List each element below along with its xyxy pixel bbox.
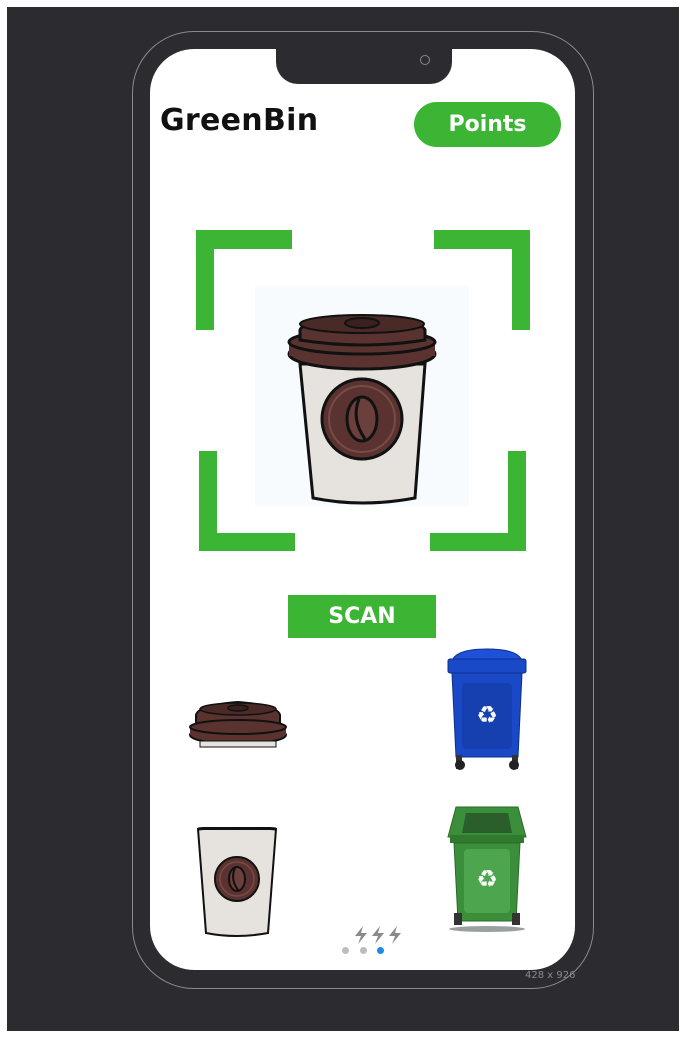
notch <box>276 49 452 84</box>
points-button[interactable]: Points <box>414 102 561 147</box>
phone-screen: GreenBin Points SCAN ♻ ♻ <box>150 49 575 970</box>
pager-dot-3-active[interactable] <box>377 947 384 954</box>
green-recycling-bin-icon[interactable]: ♻ <box>446 805 528 933</box>
svg-text:♻: ♻ <box>476 865 498 893</box>
viewfinder-corner-top-right <box>434 230 530 249</box>
viewfinder-corner-bottom-left <box>199 451 217 533</box>
pager-dot-1[interactable] <box>342 947 349 954</box>
coffee-cup-icon <box>287 314 437 505</box>
lightning-icon <box>355 926 401 944</box>
blue-recycling-bin-icon[interactable]: ♻ <box>446 647 528 773</box>
viewfinder-corner-bottom-right <box>430 533 526 551</box>
app-title: GreenBin <box>160 103 319 138</box>
svg-text:♻: ♻ <box>476 701 498 729</box>
viewfinder-corner-top-left <box>196 230 292 249</box>
coffee-lid-icon[interactable] <box>188 697 288 749</box>
viewfinder-corner-top-right <box>512 249 530 330</box>
coffee-cup-body-icon[interactable] <box>190 827 282 939</box>
viewfinder-corner-top-left <box>196 249 214 330</box>
camera-icon <box>420 55 430 65</box>
pager-dot-2[interactable] <box>360 947 367 954</box>
canvas-size-label: 428 x 926 <box>525 970 576 981</box>
viewfinder-corner-bottom-right <box>508 451 526 533</box>
scanned-item-preview <box>255 286 469 506</box>
scan-button[interactable]: SCAN <box>288 595 436 638</box>
viewfinder-corner-bottom-left <box>199 533 295 551</box>
